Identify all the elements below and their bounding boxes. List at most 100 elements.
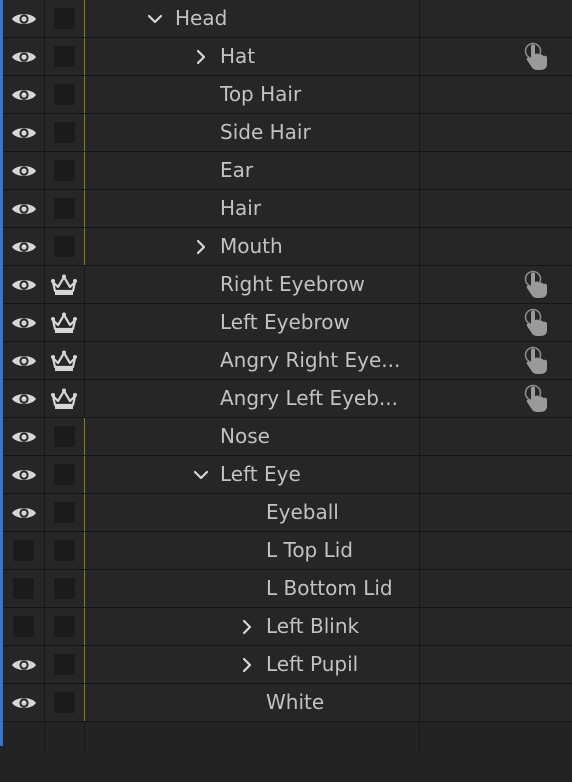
chevron-down-icon[interactable]	[146, 0, 164, 37]
tag-toggle[interactable]	[45, 646, 83, 683]
hand-pointer-icon[interactable]	[522, 308, 550, 338]
tag-toggle[interactable]	[45, 570, 83, 607]
column-separator	[44, 722, 45, 752]
visibility-toggle[interactable]	[3, 646, 45, 683]
layer-row[interactable]: Top Hair	[3, 76, 572, 114]
visibility-toggle[interactable]	[3, 0, 45, 37]
layer-row[interactable]: Nose	[3, 418, 572, 456]
layer-name[interactable]: Mouth	[220, 228, 283, 265]
layer-name[interactable]: Angry Right Eye...	[220, 342, 400, 379]
layer-name[interactable]: Side Hair	[220, 114, 311, 151]
tag-toggle[interactable]	[45, 456, 83, 493]
layer-row[interactable]: Side Hair	[3, 114, 572, 152]
hand-pointer-icon[interactable]	[522, 270, 550, 300]
hand-pointer-icon[interactable]	[522, 384, 550, 414]
tag-toggle[interactable]	[45, 304, 83, 341]
visibility-toggle[interactable]	[3, 380, 45, 417]
tag-toggle[interactable]	[45, 418, 83, 455]
visibility-toggle[interactable]	[3, 266, 45, 303]
column-divider	[419, 190, 420, 227]
visibility-toggle-off[interactable]	[3, 570, 45, 607]
tag-toggle[interactable]	[45, 228, 83, 265]
tag-toggle[interactable]	[45, 0, 83, 37]
layer-row[interactable]: White	[3, 684, 572, 722]
tag-toggle[interactable]	[45, 608, 83, 645]
tag-toggle[interactable]	[45, 38, 83, 75]
column-divider	[419, 304, 420, 341]
layer-row[interactable]: Hat	[3, 38, 572, 76]
layer-name[interactable]: Top Hair	[220, 76, 301, 113]
visibility-toggle[interactable]	[3, 114, 45, 151]
layer-name[interactable]: Right Eyebrow	[220, 266, 365, 303]
layer-name[interactable]: L Bottom Lid	[266, 570, 393, 607]
visibility-toggle[interactable]	[3, 418, 45, 455]
tag-square	[53, 540, 75, 561]
tag-toggle[interactable]	[45, 342, 83, 379]
layer-row[interactable]: Right Eyebrow	[3, 266, 572, 304]
visibility-toggle[interactable]	[3, 456, 45, 493]
tag-toggle[interactable]	[45, 684, 83, 721]
gold-separator	[84, 152, 85, 189]
visibility-toggle[interactable]	[3, 342, 45, 379]
layer-name[interactable]: Eyeball	[266, 494, 339, 531]
layer-name[interactable]: Left Blink	[266, 608, 359, 645]
tag-toggle[interactable]	[45, 532, 83, 569]
tag-toggle[interactable]	[45, 380, 83, 417]
visibility-toggle-off[interactable]	[3, 532, 45, 569]
tag-toggle[interactable]	[45, 114, 83, 151]
layer-row[interactable]: Mouth	[3, 228, 572, 266]
chevron-right-icon[interactable]	[192, 38, 210, 75]
visibility-toggle[interactable]	[3, 304, 45, 341]
layer-name[interactable]: Left Eye	[220, 456, 301, 493]
layer-row[interactable]: Left Eyebrow	[3, 304, 572, 342]
layer-name[interactable]: Left Eyebrow	[220, 304, 350, 341]
chevron-down-icon[interactable]	[192, 456, 210, 493]
layer-row[interactable]: Hair	[3, 190, 572, 228]
tag-square	[53, 84, 75, 105]
gold-separator	[84, 684, 85, 721]
layer-row[interactable]: Left Eye	[3, 456, 572, 494]
layer-name[interactable]: Angry Left Eyeb...	[220, 380, 398, 417]
column-divider	[419, 76, 420, 113]
layer-row[interactable]: Eyeball	[3, 494, 572, 532]
layer-row[interactable]: Head	[3, 0, 572, 38]
hand-pointer-icon[interactable]	[522, 42, 550, 72]
layer-row[interactable]: Ear	[3, 152, 572, 190]
layer-row[interactable]: Left Blink	[3, 608, 572, 646]
layer-name[interactable]: Hair	[220, 190, 261, 227]
column-separator	[84, 380, 85, 417]
layer-name[interactable]: Head	[175, 0, 227, 37]
tag-toggle[interactable]	[45, 266, 83, 303]
tag-toggle[interactable]	[45, 152, 83, 189]
visibility-toggle[interactable]	[3, 190, 45, 227]
tag-toggle[interactable]	[45, 190, 83, 227]
visibility-toggle[interactable]	[3, 152, 45, 189]
chevron-right-icon[interactable]	[238, 646, 256, 683]
hand-pointer-icon[interactable]	[522, 346, 550, 376]
layer-row[interactable]: L Top Lid	[3, 532, 572, 570]
layer-name[interactable]: Left Pupil	[266, 646, 358, 683]
chevron-right-icon[interactable]	[192, 228, 210, 265]
tag-toggle[interactable]	[45, 76, 83, 113]
layer-name[interactable]: Nose	[220, 418, 270, 455]
tag-square	[53, 236, 75, 257]
layer-row[interactable]: Left Pupil	[3, 646, 572, 684]
visibility-toggle-off[interactable]	[3, 608, 45, 645]
visibility-toggle[interactable]	[3, 684, 45, 721]
eye-icon	[11, 49, 37, 65]
chevron-right-icon[interactable]	[238, 608, 256, 645]
visibility-toggle[interactable]	[3, 228, 45, 265]
layer-name[interactable]: Hat	[220, 38, 255, 75]
visibility-toggle[interactable]	[3, 76, 45, 113]
layer-row[interactable]: Angry Right Eye...	[3, 342, 572, 380]
eye-icon	[11, 505, 37, 521]
layer-name[interactable]: White	[266, 684, 324, 721]
layer-row[interactable]: L Bottom Lid	[3, 570, 572, 608]
crown-icon	[50, 274, 78, 296]
layer-name[interactable]: Ear	[220, 152, 253, 189]
tag-toggle[interactable]	[45, 494, 83, 531]
visibility-toggle[interactable]	[3, 38, 45, 75]
visibility-toggle[interactable]	[3, 494, 45, 531]
layer-name[interactable]: L Top Lid	[266, 532, 353, 569]
layer-row[interactable]: Angry Left Eyeb...	[3, 380, 572, 418]
